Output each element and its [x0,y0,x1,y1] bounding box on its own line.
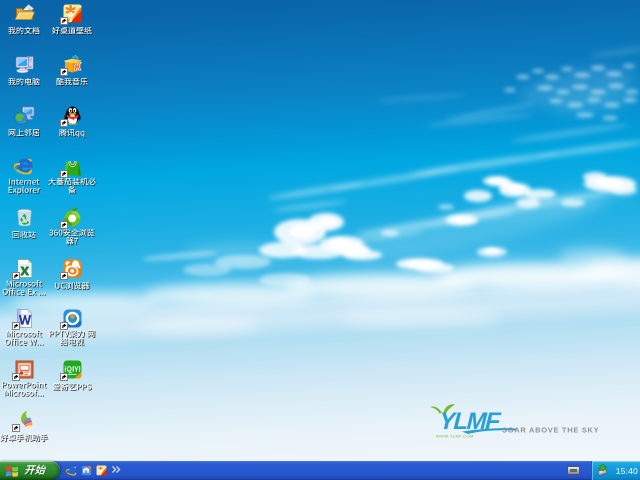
svg-text:SOAR ABOVE THE SKY: SOAR ABOVE THE SKY [502,426,599,435]
svg-text:WWW.YLMF.COM: WWW.YLMF.COM [436,434,474,439]
